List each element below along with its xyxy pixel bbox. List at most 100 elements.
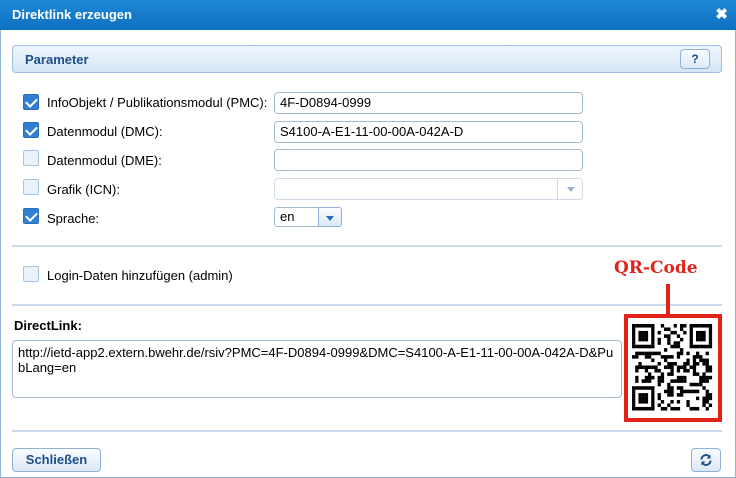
qr-module bbox=[667, 389, 671, 394]
icn-checkbox[interactable] bbox=[23, 179, 39, 195]
pmc-checkbox[interactable] bbox=[23, 94, 39, 110]
qr-module bbox=[648, 365, 652, 370]
qr-module bbox=[692, 362, 697, 366]
qr-module bbox=[702, 386, 706, 390]
qr-module bbox=[699, 382, 703, 387]
qr-module bbox=[648, 386, 652, 390]
qr-module bbox=[644, 365, 649, 370]
qr-module bbox=[632, 344, 636, 349]
qr-module bbox=[708, 375, 713, 380]
qr-module bbox=[648, 324, 652, 328]
qr-module bbox=[692, 372, 697, 376]
language-select[interactable]: en bbox=[274, 207, 321, 227]
qr-module bbox=[696, 389, 700, 394]
qr-module bbox=[673, 362, 677, 366]
qr-module bbox=[676, 334, 681, 338]
qr-module bbox=[683, 330, 687, 335]
qr-module bbox=[676, 400, 681, 404]
qr-module bbox=[708, 341, 713, 345]
qr-module bbox=[670, 386, 674, 390]
chevron-down-icon[interactable] bbox=[557, 178, 583, 200]
qr-module bbox=[651, 341, 655, 345]
qr-module bbox=[638, 324, 642, 328]
qr-module bbox=[670, 400, 674, 404]
login-checkbox[interactable] bbox=[23, 266, 39, 282]
qr-module bbox=[638, 351, 642, 356]
qr-module bbox=[644, 344, 649, 349]
qr-module bbox=[667, 386, 671, 390]
qr-code-annotation: QR-Code bbox=[614, 258, 698, 278]
qr-module bbox=[692, 389, 697, 394]
qr-module bbox=[692, 355, 697, 359]
qr-module bbox=[676, 351, 681, 356]
qr-module bbox=[657, 337, 661, 342]
qr-module bbox=[635, 375, 639, 380]
qr-module bbox=[676, 406, 681, 411]
close-icon[interactable]: ✖ bbox=[715, 5, 728, 23]
qr-module bbox=[632, 337, 636, 342]
refresh-icon bbox=[700, 454, 712, 466]
dmc-input[interactable]: S4100-A-E1-11-00-00A-042A-D bbox=[274, 121, 583, 143]
dme-checkbox[interactable] bbox=[23, 150, 39, 166]
icn-combobox[interactable] bbox=[274, 178, 583, 200]
qr-module bbox=[648, 379, 652, 383]
qr-module bbox=[635, 386, 639, 390]
qr-module bbox=[689, 406, 693, 411]
qr-module bbox=[641, 365, 645, 370]
chevron-down-icon[interactable] bbox=[318, 207, 342, 227]
help-button[interactable]: ? bbox=[680, 49, 710, 69]
refresh-button[interactable] bbox=[691, 448, 721, 472]
qr-module bbox=[680, 386, 684, 390]
qr-module bbox=[673, 341, 677, 345]
qr-module bbox=[676, 355, 681, 359]
dialog-titlebar: Direktlink erzeugen ✖ bbox=[0, 0, 736, 30]
divider bbox=[12, 304, 722, 306]
qr-module bbox=[638, 337, 642, 342]
qr-module bbox=[651, 403, 655, 408]
parameter-section-title: Parameter bbox=[25, 52, 89, 67]
qr-module bbox=[651, 375, 655, 380]
qr-module bbox=[638, 330, 642, 335]
qr-module bbox=[651, 396, 655, 401]
qr-module bbox=[638, 365, 642, 370]
dmc-checkbox[interactable] bbox=[23, 122, 39, 138]
qr-module bbox=[641, 400, 645, 404]
qr-module bbox=[680, 375, 684, 380]
qr-module bbox=[657, 382, 661, 387]
language-checkbox[interactable] bbox=[23, 208, 39, 224]
qr-module bbox=[641, 334, 645, 338]
qr-module bbox=[632, 403, 636, 408]
qr-module bbox=[651, 337, 655, 342]
qr-module bbox=[667, 365, 671, 370]
qr-module bbox=[683, 389, 687, 394]
qr-module bbox=[702, 337, 706, 342]
qr-module bbox=[657, 330, 661, 335]
qr-module bbox=[654, 368, 658, 373]
qr-module bbox=[689, 341, 693, 345]
qr-module bbox=[670, 362, 674, 366]
qr-module bbox=[644, 375, 649, 380]
qr-module bbox=[651, 386, 655, 390]
qr-module bbox=[673, 406, 677, 411]
qr-module bbox=[705, 351, 709, 356]
qr-module bbox=[680, 393, 684, 397]
qr-module bbox=[692, 382, 697, 387]
qr-module bbox=[705, 344, 709, 349]
directlink-textarea[interactable]: http://ietd-app2.extern.bwehr.de/rsiv?PM… bbox=[12, 340, 622, 398]
qr-module bbox=[670, 365, 674, 370]
qr-module bbox=[660, 379, 665, 383]
qr-module bbox=[641, 337, 645, 342]
pmc-input[interactable]: 4F-D0894-0999 bbox=[274, 92, 583, 114]
qr-module bbox=[676, 341, 681, 345]
qr-module bbox=[689, 327, 693, 332]
qr-module bbox=[648, 372, 652, 376]
directlink-label: DirectLink: bbox=[14, 318, 82, 333]
qr-module bbox=[651, 330, 655, 335]
qr-module bbox=[670, 389, 674, 394]
qr-module bbox=[686, 389, 690, 394]
close-button[interactable]: Schließen bbox=[12, 448, 101, 472]
divider bbox=[12, 245, 722, 247]
qr-module bbox=[692, 358, 697, 363]
qr-module bbox=[638, 386, 642, 390]
dme-input[interactable] bbox=[274, 149, 583, 171]
